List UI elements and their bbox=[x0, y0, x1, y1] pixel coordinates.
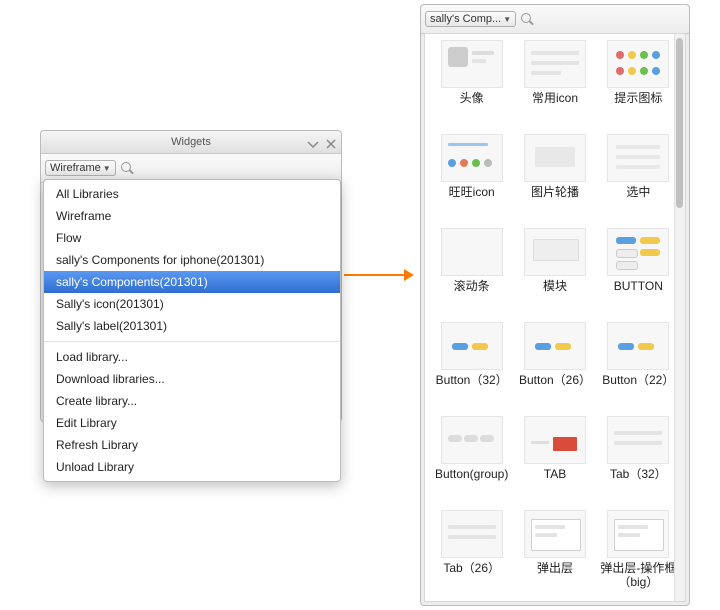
library-item-label: 头像 bbox=[460, 91, 484, 105]
library-item[interactable]: Tab（26） bbox=[431, 510, 512, 600]
library-item[interactable]: 滚动条 bbox=[431, 228, 512, 318]
library-item-thumb bbox=[441, 40, 503, 88]
library-item-thumb bbox=[607, 510, 669, 558]
library-item-label: 图片轮播 bbox=[531, 185, 579, 199]
library-item[interactable]: 头像 bbox=[431, 40, 512, 130]
library-item-label: Button（26） bbox=[519, 373, 591, 387]
scrollbar-thumb[interactable] bbox=[676, 38, 683, 208]
library-menu-item[interactable]: All Libraries bbox=[44, 183, 340, 205]
library-item-label: 选中 bbox=[626, 185, 650, 199]
chevron-down-icon: ▼ bbox=[103, 164, 111, 173]
library-menu-item[interactable]: Flow bbox=[44, 227, 340, 249]
library-item[interactable]: BUTTON bbox=[598, 228, 679, 318]
library-menu-item[interactable]: sally's Components(201301) bbox=[44, 271, 340, 293]
library-item-thumb bbox=[524, 40, 586, 88]
library-menu-action[interactable]: Refresh Library bbox=[44, 434, 340, 456]
scrollbar-vertical[interactable] bbox=[674, 34, 685, 601]
library-item[interactable]: 弹出层-操作框（big） bbox=[598, 510, 679, 600]
panel-menu-icon[interactable] bbox=[307, 136, 319, 148]
library-item-label: 旺旺icon bbox=[449, 185, 495, 199]
library-select-dropdown[interactable]: Wireframe ▼ bbox=[45, 160, 116, 176]
library-item[interactable]: 模块 bbox=[514, 228, 595, 318]
search-icon[interactable] bbox=[520, 12, 534, 26]
library-menu-group: All LibrariesWireframeFlowsally's Compon… bbox=[44, 183, 340, 337]
library-menu-action[interactable]: Unload Library bbox=[44, 456, 340, 478]
search-icon[interactable] bbox=[120, 161, 134, 175]
library-item-label: 弹出层-操作框（big） bbox=[598, 561, 678, 589]
library-item-thumb bbox=[524, 228, 586, 276]
library-item-label: 常用icon bbox=[532, 91, 578, 105]
library-item[interactable]: 旺旺icon bbox=[431, 134, 512, 224]
library-item[interactable]: Button(group) bbox=[431, 416, 512, 506]
widgets-titlebar: Widgets bbox=[41, 131, 341, 154]
library-item[interactable]: Button（22） bbox=[598, 322, 679, 412]
library-item[interactable]: 弹出层 bbox=[514, 510, 595, 600]
library-item-thumb bbox=[441, 322, 503, 370]
library-item[interactable]: Button（26） bbox=[514, 322, 595, 412]
library-item-label: 模块 bbox=[543, 279, 567, 293]
library-item-thumb bbox=[607, 416, 669, 464]
library-scroll-area[interactable]: 头像 常用icon 提示图标旺旺icon 图片轮播 选中滚动条 模块 BUTTON Butto… bbox=[424, 33, 686, 602]
library-item-thumb bbox=[441, 228, 503, 276]
library-item-label: 滚动条 bbox=[454, 279, 490, 293]
library-item-thumb bbox=[607, 40, 669, 88]
library-item-thumb bbox=[607, 134, 669, 182]
library-grid: 头像 常用icon 提示图标旺旺icon 图片轮播 选中滚动条 模块 BUTTON Butto… bbox=[425, 34, 685, 602]
library-actions-group: Load library...Download libraries...Crea… bbox=[44, 346, 340, 478]
library-item-thumb bbox=[524, 416, 586, 464]
library-item-label: TAB bbox=[544, 467, 566, 481]
library-item-label: Button（32） bbox=[436, 373, 508, 387]
library-menu-action[interactable]: Create library... bbox=[44, 390, 340, 412]
library-menu-item[interactable]: Sally's icon(201301) bbox=[44, 293, 340, 315]
library-menu-item[interactable]: sally's Components for iphone(201301) bbox=[44, 249, 340, 271]
chevron-down-icon: ▼ bbox=[503, 15, 511, 24]
library-item-label: Button(group) bbox=[435, 467, 508, 481]
library-panel-label: sally's Comp... bbox=[430, 13, 501, 25]
library-menu-action[interactable]: Download libraries... bbox=[44, 368, 340, 390]
library-item-thumb bbox=[607, 228, 669, 276]
library-item[interactable]: Tab（32） bbox=[598, 416, 679, 506]
library-item-label: BUTTON bbox=[614, 279, 663, 293]
library-item[interactable]: TAB bbox=[514, 416, 595, 506]
library-item-thumb bbox=[524, 322, 586, 370]
library-panel: sally's Comp... ▼ 头像 常用icon 提示图标旺旺icon 图片轮播… bbox=[420, 4, 690, 606]
library-item-label: Tab（32） bbox=[610, 467, 667, 481]
library-item-label: Button（22） bbox=[602, 373, 674, 387]
library-item-label: 提示图标 bbox=[614, 91, 662, 105]
library-menu-item[interactable]: Sally's label(201301) bbox=[44, 315, 340, 337]
widgets-title: Widgets bbox=[171, 131, 211, 153]
library-panel-dropdown[interactable]: sally's Comp... ▼ bbox=[425, 11, 516, 27]
library-toolbar: sally's Comp... ▼ bbox=[421, 5, 689, 34]
widgets-panel: Widgets Wireframe ▼ bbox=[40, 130, 342, 422]
library-select-label: Wireframe bbox=[50, 162, 101, 174]
library-menu-action[interactable]: Edit Library bbox=[44, 412, 340, 434]
library-item-thumb bbox=[524, 510, 586, 558]
library-menu-item[interactable]: Wireframe bbox=[44, 205, 340, 227]
library-item[interactable]: 常用icon bbox=[514, 40, 595, 130]
library-dropdown-menu: All LibrariesWireframeFlowsally's Compon… bbox=[43, 179, 341, 482]
library-item-thumb bbox=[607, 322, 669, 370]
library-item-label: Tab（26） bbox=[443, 561, 500, 575]
close-icon[interactable] bbox=[325, 136, 337, 148]
library-menu-action[interactable]: Load library... bbox=[44, 346, 340, 368]
library-item-thumb bbox=[441, 134, 503, 182]
library-item-thumb bbox=[441, 510, 503, 558]
library-item[interactable]: Button（32） bbox=[431, 322, 512, 412]
library-item-label: 弹出层 bbox=[537, 561, 573, 575]
library-item[interactable]: 选中 bbox=[598, 134, 679, 224]
library-item[interactable]: 提示图标 bbox=[598, 40, 679, 130]
library-item-thumb bbox=[441, 416, 503, 464]
menu-separator bbox=[44, 341, 340, 342]
library-item[interactable]: 图片轮播 bbox=[514, 134, 595, 224]
relation-arrow bbox=[344, 274, 412, 276]
library-item-thumb bbox=[524, 134, 586, 182]
